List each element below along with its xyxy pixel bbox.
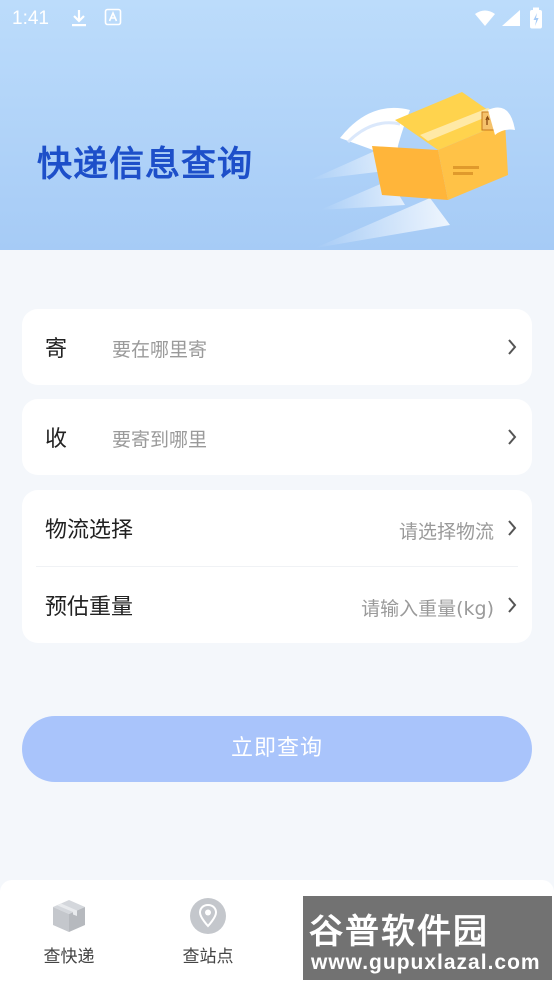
chevron-right-icon	[508, 429, 517, 445]
status-bar: 1:41	[0, 0, 554, 38]
box-icon	[53, 900, 85, 932]
watermark-logo: 谷普软件园 www.gupuxlazal.com	[303, 896, 552, 980]
weight-label: 预估重量	[45, 595, 134, 620]
location-pin-icon	[190, 898, 226, 934]
receive-location-card[interactable]: 收 要寄到哪里	[22, 399, 532, 475]
weight-input[interactable]: 请输入重量(kg)	[361, 594, 494, 621]
receive-location-input[interactable]: 要寄到哪里	[112, 425, 207, 452]
chevron-right-icon	[508, 339, 517, 355]
status-time: 1:41	[12, 8, 49, 29]
logistics-select-row[interactable]: 物流选择 请选择物流	[22, 490, 532, 566]
shipping-options-card: 物流选择 请选择物流 预估重量 请输入重量(kg)	[22, 490, 532, 643]
winged-parcel-illustration	[300, 80, 530, 250]
send-location-card[interactable]: 寄 要在哪里寄	[22, 309, 532, 385]
send-label: 寄	[45, 337, 68, 362]
logistics-select[interactable]: 请选择物流	[399, 517, 494, 544]
receive-label: 收	[45, 427, 68, 452]
download-icon	[70, 8, 88, 33]
weight-input-row[interactable]: 预估重量 请输入重量(kg)	[22, 567, 532, 643]
logistics-label: 物流选择	[45, 518, 134, 543]
wifi-icon	[474, 9, 496, 32]
chevron-right-icon	[508, 520, 517, 536]
nav-label-track-parcel: 查快递	[43, 947, 95, 967]
nav-label-find-station: 查站点	[182, 947, 234, 967]
watermark-url: www.gupuxlazal.com	[311, 951, 541, 974]
chevron-right-icon	[508, 597, 517, 613]
query-now-button[interactable]: 立即查询	[22, 716, 532, 782]
sim-a-icon	[104, 8, 122, 31]
nav-item-find-station[interactable]: 查站点	[148, 896, 268, 967]
watermark-title: 谷普软件园	[309, 912, 489, 952]
send-location-input[interactable]: 要在哪里寄	[112, 335, 207, 362]
signal-icon	[501, 9, 521, 32]
nav-item-track-parcel[interactable]: 查快递	[9, 896, 129, 967]
battery-icon	[529, 7, 543, 34]
page-title: 快递信息查询	[37, 145, 254, 185]
